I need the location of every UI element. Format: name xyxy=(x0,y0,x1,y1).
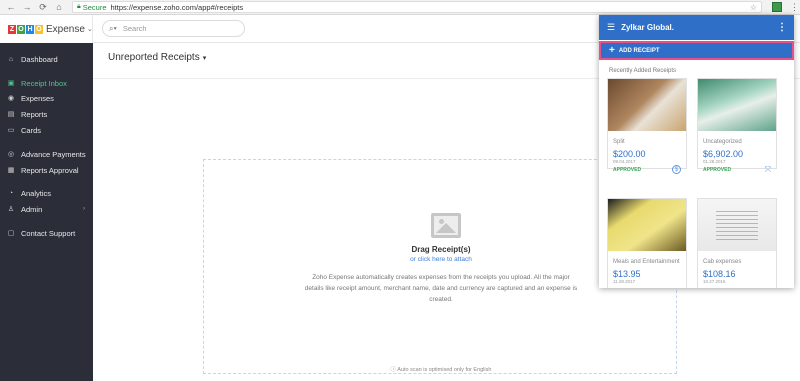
receipt-category: Cab expenses xyxy=(703,259,742,265)
receipt-card[interactable]: Meals and Entertainment $13.95 11.28.201… xyxy=(607,198,687,288)
recent-receipts-label: Recently Added Receipts xyxy=(609,68,677,74)
receipts-panel: ☰ Zylkar Global. ⋮ + ADD RECEIPT Recentl… xyxy=(599,15,794,288)
more-options-icon[interactable]: ⋮ xyxy=(777,22,787,33)
sidebar-item-cards[interactable]: ▭ Cards xyxy=(0,123,93,137)
receipt-thumbnail xyxy=(698,79,776,131)
search-placeholder: Search xyxy=(122,24,147,33)
extension-icon[interactable] xyxy=(772,2,782,12)
brand-switcher[interactable]: Z O H O Expense ⌄ xyxy=(0,15,93,43)
inbox-icon: ▣ xyxy=(7,80,15,87)
receipt-amount: $6,902.00 xyxy=(703,149,744,159)
sidebar-item-label: Advance Payments xyxy=(21,149,86,159)
receipt-thumbnail xyxy=(608,79,686,131)
receipt-amount: $13.95 xyxy=(613,269,641,279)
page-title-text: Unreported Receipts xyxy=(108,52,200,63)
page-title[interactable]: Unreported Receipts ▾ xyxy=(108,52,206,63)
receipt-amount: $200.00 xyxy=(613,149,646,159)
receipt-category: Split xyxy=(613,139,625,145)
card-icon: ▭ xyxy=(7,127,15,134)
sidebar: ⌂ Dashboard ▣ Receipt Inbox ◉ Expenses ▤… xyxy=(0,43,93,381)
forward-icon[interactable]: → xyxy=(22,1,32,13)
admin-icon: ♙ xyxy=(7,206,15,213)
advance-icon: ◎ xyxy=(7,151,15,158)
address-bar[interactable]: 🔒︎ Secure https://expense.zoho.com/app#/… xyxy=(72,1,762,13)
image-placeholder-icon xyxy=(431,213,461,238)
url-text: https://expense.zoho.com/app#/receipts xyxy=(110,2,244,12)
support-icon: ▢ xyxy=(7,230,15,237)
search-input[interactable]: ⌕▾ Search xyxy=(102,20,245,37)
analytics-icon: ◔ xyxy=(8,189,14,197)
receipt-category: Meals and Entertainment xyxy=(613,259,680,265)
sidebar-item-contact-support[interactable]: ▢ Contact Support xyxy=(0,226,93,240)
receipt-date: 11.28.2017 xyxy=(613,279,636,284)
sidebar-item-reports[interactable]: ▤ Reports xyxy=(0,107,93,121)
drag-description: Zoho Expense automatically creates expen… xyxy=(304,274,578,303)
secure-label: Secure xyxy=(82,2,107,12)
receipt-card[interactable]: Split $200.00 09.04.2017 APPROVED $ xyxy=(607,78,687,174)
back-icon[interactable]: ← xyxy=(6,1,16,13)
receipt-date: 10.27.2016 xyxy=(703,279,726,284)
sidebar-item-label: Analytics xyxy=(21,188,52,198)
sidebar-item-reports-approval[interactable]: ▦ Reports Approval xyxy=(0,163,93,177)
sidebar-item-label: Cards xyxy=(21,125,42,135)
browser-toolbar: ← → ⟳ ⌂ 🔒︎ Secure https://expense.zoho.c… xyxy=(0,0,800,15)
chevron-down-icon: ⌄ xyxy=(86,26,93,33)
sidebar-item-label: Reports Approval xyxy=(21,165,79,175)
merge-icon[interactable]: ⤧ xyxy=(765,165,771,175)
add-receipt-button[interactable]: + ADD RECEIPT xyxy=(599,41,794,60)
plus-icon: + xyxy=(609,45,615,56)
receipt-card[interactable]: Cab expenses $108.16 10.27.2016 xyxy=(697,198,777,288)
sidebar-item-label: Contact Support xyxy=(21,228,76,238)
logo-letter: H xyxy=(26,24,34,34)
reload-icon[interactable]: ⟳ xyxy=(38,1,48,13)
caret-down-icon: ▾ xyxy=(202,55,207,62)
sidebar-item-advance-payments[interactable]: ◎ Advance Payments xyxy=(0,147,93,161)
approval-icon: ▦ xyxy=(7,167,15,174)
receipt-category: Uncategorized xyxy=(703,139,742,145)
home-icon: ⌂ xyxy=(8,55,14,63)
add-receipt-label: ADD RECEIPT xyxy=(618,47,660,54)
sidebar-item-admin[interactable]: ♙ Admin › xyxy=(0,202,93,216)
bookmark-star-icon[interactable]: ☆ xyxy=(750,3,757,12)
sidebar-item-label: Admin xyxy=(21,204,43,214)
receipt-date: 09.04.2017 xyxy=(613,159,636,164)
sidebar-item-receipt-inbox[interactable]: ▣ Receipt Inbox xyxy=(0,76,93,90)
lock-icon: 🔒︎ xyxy=(77,3,81,10)
receipt-thumbnail xyxy=(608,199,686,251)
reports-icon: ▤ xyxy=(7,111,15,118)
sidebar-item-label: Dashboard xyxy=(21,54,58,64)
receipt-status: APPROVED xyxy=(703,167,732,173)
sidebar-item-analytics[interactable]: ◔ Analytics xyxy=(0,186,93,200)
sidebar-item-label: Reports xyxy=(21,109,48,119)
hamburger-icon[interactable]: ☰ xyxy=(607,22,615,33)
chevron-right-icon: › xyxy=(83,206,85,212)
home-browser-icon[interactable]: ⌂ xyxy=(54,1,64,13)
auto-scan-text: Auto scan is optimised only for English xyxy=(397,367,492,373)
auto-scan-note: ⓘ Auto scan is optimised only for Englis… xyxy=(390,367,492,373)
logo-letter: O xyxy=(17,24,25,34)
sidebar-item-expenses[interactable]: ◉ Expenses xyxy=(0,91,93,105)
receipt-amount: $108.16 xyxy=(703,269,736,279)
panel-header: ☰ Zylkar Global. ⋮ xyxy=(599,15,794,40)
logo-letter: Z xyxy=(8,24,16,34)
logo-letter: O xyxy=(35,24,43,34)
zoho-logo: Z O H O xyxy=(8,24,43,34)
expenses-icon: ◉ xyxy=(7,95,15,102)
search-icon: ⌕▾ xyxy=(109,23,117,33)
org-name: Zylkar Global. xyxy=(621,23,674,32)
receipt-thumbnail xyxy=(698,199,776,251)
sidebar-item-dashboard[interactable]: ⌂ Dashboard xyxy=(0,52,93,66)
brand-name: Expense xyxy=(46,23,85,35)
receipt-status: APPROVED xyxy=(613,167,642,173)
sidebar-item-label: Expenses xyxy=(21,93,54,103)
sidebar-item-label: Receipt Inbox xyxy=(21,78,67,88)
receipt-card[interactable]: Uncategorized $6,902.00 01.28.2017 APPRO… xyxy=(697,78,777,174)
browser-menu-icon[interactable]: ⋮ xyxy=(790,2,799,13)
receipt-date: 01.28.2017 xyxy=(703,159,726,164)
dollar-icon[interactable]: $ xyxy=(672,165,681,174)
